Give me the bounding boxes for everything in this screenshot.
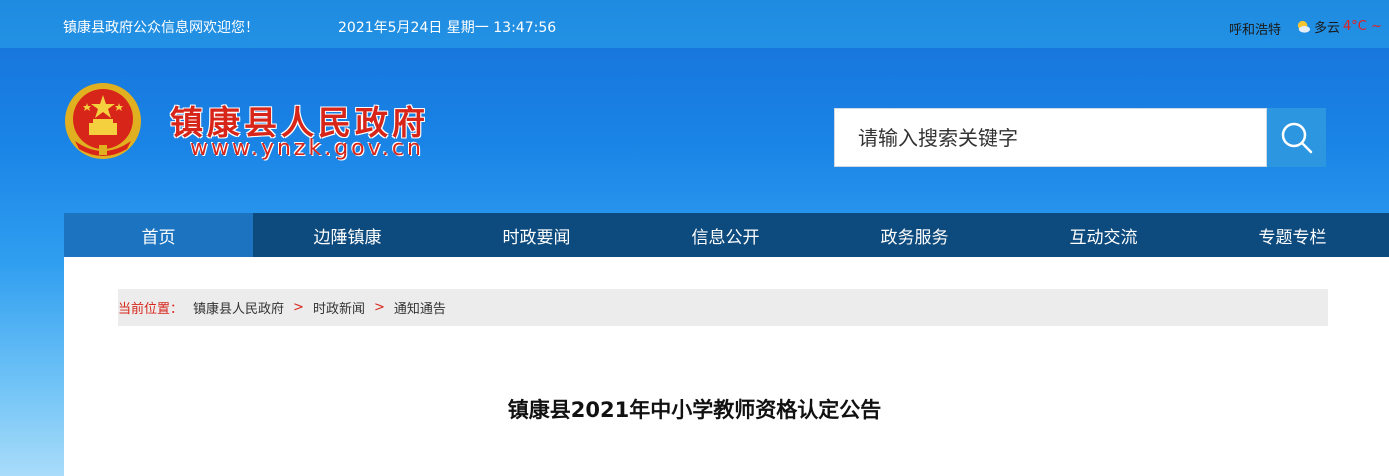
partly-cloudy-sun-icon [1297,20,1311,33]
article-title: 镇康县2021年中小学教师资格认定公告 [507,398,882,422]
breadcrumb: 当前位置： 镇康县人民政府 > 时政新闻 > 通知通告 [118,289,1328,326]
breadcrumb-link-notices[interactable]: 通知通告 [394,298,446,317]
weather-widget: 多云 4°C ~ [1296,17,1382,36]
breadcrumb-link-news[interactable]: 时政新闻 [313,298,365,317]
search-input[interactable] [834,108,1267,167]
current-datetime: 2021年5月24日 星期一 13:47:56 [338,20,557,36]
temperature: 4°C ~ [1343,19,1382,34]
site-header: 镇康县人民政府 www.ynzk.gov.cn [0,48,1389,213]
breadcrumb-link-home[interactable]: 镇康县人民政府 [193,298,284,317]
search-button[interactable] [1267,108,1326,167]
nav-item-frontier-zhenkang[interactable]: 边陲镇康 [253,213,442,257]
breadcrumb-separator: > [373,300,385,315]
nav-item-gov-services[interactable]: 政务服务 [820,213,1009,257]
search-icon [1281,122,1312,153]
national-emblem-icon[interactable] [63,81,143,161]
breadcrumb-separator: > [293,300,304,315]
main-nav: 首页 边陲镇康 时政要闻 信息公开 政务服务 互动交流 专题专栏 [64,213,1389,257]
top-bar: 镇康县政府公众信息网欢迎您！ 2021年5月24日 星期一 13:47:56 呼… [0,0,1389,48]
nav-item-info-disclosure[interactable]: 信息公开 [631,213,820,257]
main-content: 当前位置： 镇康县人民政府 > 时政新闻 > 通知通告 镇康县2021年中小学教… [64,257,1389,476]
nav-item-special-topics[interactable]: 专题专栏 [1198,213,1387,257]
weather-city: 呼和浩特 [1229,23,1282,38]
nav-item-interaction[interactable]: 互动交流 [1009,213,1198,257]
site-url: www.ynzk.gov.cn [190,136,424,161]
nav-item-home[interactable]: 首页 [64,213,253,257]
breadcrumb-label: 当前位置： [118,302,184,317]
weather-text: 多云 [1314,21,1341,36]
welcome-text: 镇康县政府公众信息网欢迎您！ [63,20,259,36]
nav-item-news[interactable]: 时政要闻 [442,213,631,257]
